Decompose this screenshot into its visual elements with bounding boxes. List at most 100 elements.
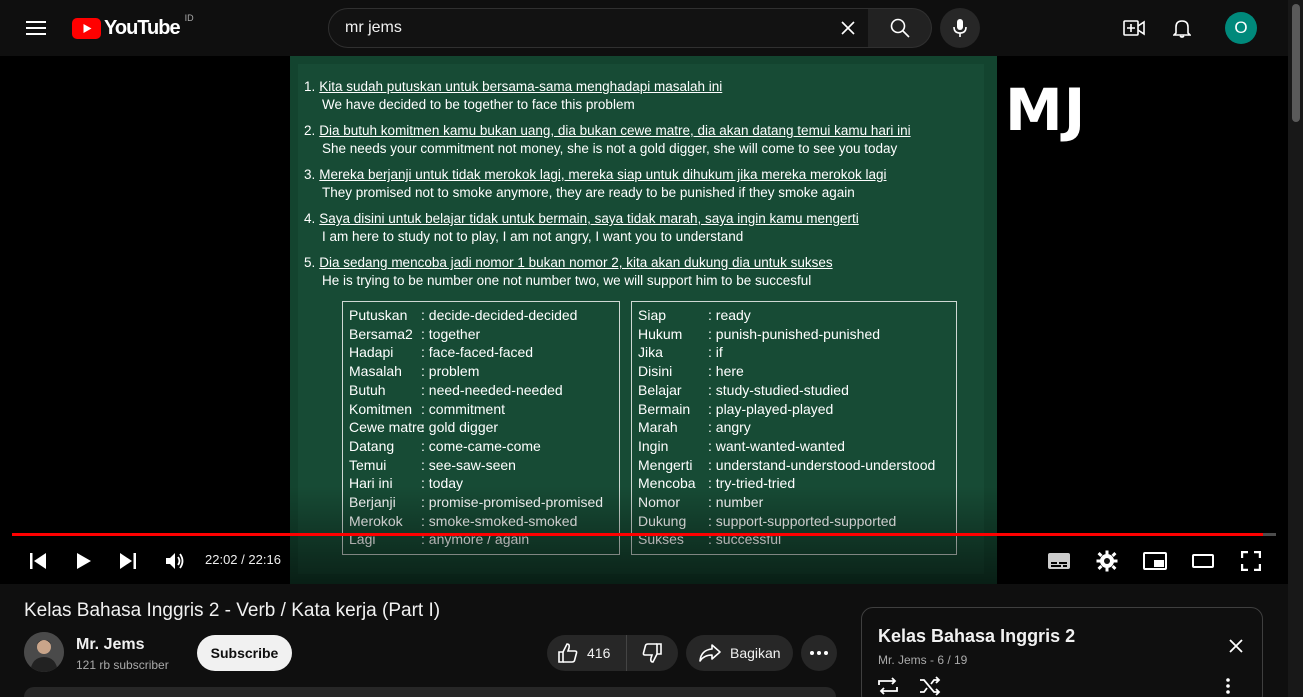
time-separator: / <box>241 552 245 567</box>
sentence-indonesian: Dia butuh komitmen kamu bukan uang, dia … <box>319 123 911 138</box>
sentence-indonesian: Dia sedang mencoba jadi nomor 1 bukan no… <box>319 255 833 270</box>
vocab-row: Cewe matre: gold digger <box>349 418 619 437</box>
vocab-row: Hukum : punish-punished-punished <box>638 325 956 344</box>
menu-button[interactable] <box>16 8 56 48</box>
vocab-meaning: : here <box>708 363 744 380</box>
time-display: 22:02 / 22:16 <box>205 552 281 567</box>
country-code: ID <box>184 13 194 23</box>
vocab-word: Masalah <box>349 363 402 380</box>
vocab-meaning: : decide-decided-decided <box>421 307 578 323</box>
vocab-meaning: : study-studied-studied <box>708 381 849 398</box>
vocab-word: Butuh <box>349 381 386 398</box>
dislike-button[interactable] <box>627 635 677 671</box>
close-icon <box>841 21 855 35</box>
duration: 22:16 <box>248 552 281 567</box>
sentence-indonesian: Mereka berjanji untuk tidak merokok lagi… <box>319 167 887 182</box>
miniplayer-icon <box>1143 552 1167 570</box>
share-button[interactable]: Bagikan <box>686 635 793 671</box>
sentence-item: 4. Saya disini untuk belajar tidak untuk … <box>304 210 859 246</box>
thumbs-up-icon <box>558 643 578 663</box>
skip-next-icon <box>120 553 136 569</box>
shuffle-icon <box>920 676 941 696</box>
play-icon <box>77 553 91 569</box>
vocab-word: Datang <box>349 437 395 454</box>
subscriber-count: 121 rb subscriber <box>76 658 169 672</box>
volume-icon <box>166 553 184 569</box>
vocab-meaning: : ready <box>708 307 751 323</box>
playlist-more-button[interactable] <box>1226 678 1230 697</box>
sentence-english: They promised not to smoke anymore, they… <box>322 185 855 200</box>
vocab-meaning: : punish-punished-punished <box>708 325 881 342</box>
youtube-play-icon <box>72 17 101 39</box>
vocab-word: Mengerti <box>638 456 693 473</box>
channel-avatar-image <box>24 632 64 672</box>
sentence-english: He is trying to be number one not number… <box>322 273 812 288</box>
thumbs-down-icon <box>642 643 662 663</box>
vocab-meaning: : see-saw-seen <box>421 456 516 473</box>
video-player[interactable]: MJ 1. Kita sudah putuskan untuk bersama-s… <box>0 56 1288 584</box>
vocab-meaning: : understand-understood-understood <box>708 456 936 473</box>
playlist-subtitle: Mr. Jems - 6 / 19 <box>878 653 968 667</box>
vocab-word: Hukum <box>638 325 683 342</box>
scrollbar-thumb[interactable] <box>1292 4 1300 122</box>
mute-button[interactable] <box>157 543 193 579</box>
shuffle-button[interactable] <box>918 676 942 697</box>
share-label: Bagikan <box>730 645 781 661</box>
vocab-word: Komitmen <box>349 400 413 417</box>
clear-search-button[interactable] <box>828 8 868 48</box>
sentence-number: 3. <box>304 167 316 182</box>
skip-previous-icon <box>30 553 46 569</box>
miniplayer-button[interactable] <box>1137 543 1173 579</box>
playlist-panel: Kelas Bahasa Inggris 2 Mr. Jems - 6 / 19 <box>861 607 1263 697</box>
sentence-item: 3. Mereka berjanji untuk tidak merokok la… <box>304 166 887 202</box>
voice-search-button[interactable] <box>940 8 980 48</box>
share-icon <box>699 644 721 662</box>
description-box[interactable] <box>24 687 836 697</box>
like-dislike-group: 416 <box>547 635 678 671</box>
close-playlist-button[interactable] <box>1218 632 1254 660</box>
sentence-indonesian: Saya disini untuk belajar tidak untuk be… <box>319 211 859 226</box>
progress-fill <box>12 533 1263 536</box>
vocab-word: Hadapi <box>349 344 394 361</box>
channel-name[interactable]: Mr. Jems <box>76 636 144 654</box>
next-button[interactable] <box>110 543 146 579</box>
close-icon <box>1229 639 1243 653</box>
vocab-row: Komitmen: commitment <box>349 400 619 419</box>
subtitles-button[interactable] <box>1041 543 1077 579</box>
vocab-meaning: : angry <box>708 419 751 436</box>
previous-button[interactable] <box>20 543 56 579</box>
playlist-title[interactable]: Kelas Bahasa Inggris 2 <box>878 626 1075 647</box>
loop-button[interactable] <box>876 676 900 697</box>
channel-watermark: MJ <box>1005 76 1087 144</box>
progress-bar[interactable] <box>12 533 1276 536</box>
settings-button[interactable] <box>1089 543 1125 579</box>
more-actions-button[interactable] <box>801 635 837 671</box>
vocab-row: Marah: angry <box>638 418 956 437</box>
search-button[interactable] <box>868 8 932 48</box>
more-horizontal-icon <box>810 651 828 655</box>
theater-icon <box>1192 554 1214 568</box>
sentence-number: 1. <box>304 79 316 94</box>
channel-avatar[interactable] <box>24 632 64 672</box>
vocab-meaning: : if <box>708 344 723 361</box>
account-avatar[interactable]: O <box>1225 12 1257 44</box>
search-input[interactable]: mr jems <box>328 8 869 48</box>
youtube-logo[interactable]: YouTube ID <box>72 13 194 40</box>
fullscreen-button[interactable] <box>1233 543 1269 579</box>
play-button[interactable] <box>66 543 102 579</box>
like-button[interactable]: 416 <box>547 635 627 671</box>
vocab-row: Datang: come-came-come <box>349 437 619 456</box>
vocab-row: Bersama2: together <box>349 325 619 344</box>
vocab-meaning: : need-needed-needed <box>421 381 563 398</box>
more-vertical-icon <box>1226 678 1230 694</box>
sentence-english: We have decided to be together to face t… <box>322 97 635 112</box>
create-button[interactable] <box>1114 8 1154 48</box>
vocab-meaning: : want-wanted-wanted <box>708 437 845 454</box>
notifications-button[interactable] <box>1162 8 1202 48</box>
theater-mode-button[interactable] <box>1185 543 1221 579</box>
subscribe-button[interactable]: Subscribe <box>197 635 292 671</box>
sentence-item: 5. Dia sedang mencoba jadi nomor 1 bukan … <box>304 254 833 290</box>
sentence-item: 2. Dia butuh komitmen kamu bukan uang, di… <box>304 122 911 158</box>
search-query[interactable]: mr jems <box>345 19 828 37</box>
vocab-row: Siap: ready <box>638 306 956 325</box>
